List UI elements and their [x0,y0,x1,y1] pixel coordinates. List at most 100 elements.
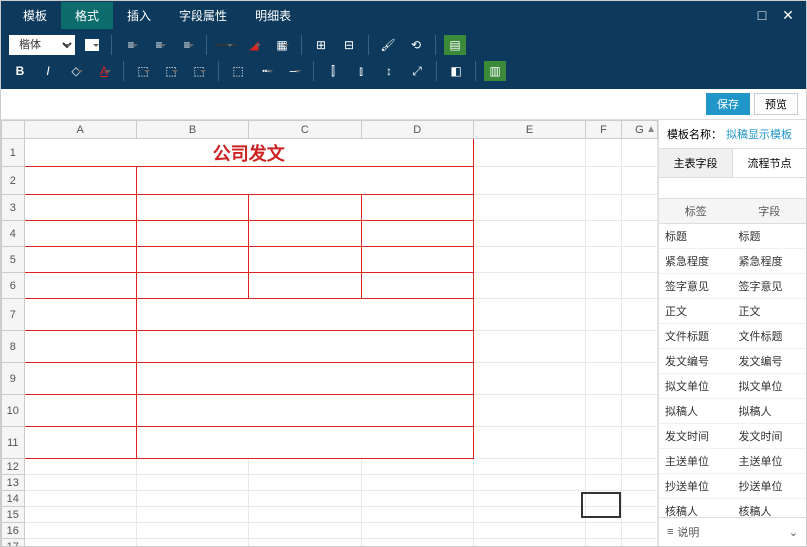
cell[interactable] [249,523,361,539]
align-center-button[interactable]: ≡ [148,35,170,55]
cell[interactable] [136,247,248,273]
menu-tab-4[interactable]: 明细表 [241,2,305,29]
cell[interactable] [586,139,622,167]
row-header[interactable]: 14 [2,491,25,507]
cell[interactable] [249,475,361,491]
save-button[interactable]: 保存 [706,93,750,115]
cell[interactable] [586,395,622,427]
valign-bot-button[interactable]: ⬚ [188,61,210,81]
line-color-select[interactable]: ◢ [243,35,265,55]
side-tab-1[interactable]: 流程节点 [733,149,806,177]
menu-tab-1[interactable]: 格式 [61,2,113,29]
close-button[interactable]: ✕ [778,5,798,25]
valign-mid-button[interactable]: ⬚ [160,61,182,81]
cell[interactable] [586,195,622,221]
cell[interactable] [473,363,585,395]
cell[interactable] [249,195,361,221]
side-tab-0[interactable]: 主表字段 [659,149,733,177]
border-style-button[interactable]: ┅ [255,61,277,81]
cell[interactable] [621,459,657,475]
field-row[interactable]: 标题标题 [659,224,806,249]
valign-top-button[interactable]: ⬚ [132,61,154,81]
indent-button[interactable]: ⬚ [227,61,249,81]
field-row[interactable]: 核稿人核稿人 [659,499,806,517]
cell[interactable] [586,475,622,491]
cell[interactable] [136,331,473,363]
cell[interactable] [586,363,622,395]
cell[interactable] [473,167,585,195]
border-weight-button[interactable]: ─ [283,61,305,81]
col-header[interactable]: E [473,121,585,139]
cell[interactable] [24,507,136,523]
field-row[interactable]: 签字意见签字意见 [659,274,806,299]
split-v-button[interactable]: ⫿ [322,61,344,81]
cell[interactable] [586,299,622,331]
cell[interactable] [361,523,473,539]
collapse-icon[interactable]: ≡ [667,526,673,538]
search-input[interactable] [659,178,806,198]
insert-row-button[interactable]: ▤ [444,35,466,55]
row-header[interactable]: 7 [2,299,25,331]
cell[interactable] [24,299,136,331]
cell[interactable] [473,491,585,507]
cell[interactable] [473,331,585,363]
row-header[interactable]: 9 [2,363,25,395]
cell[interactable] [136,299,473,331]
clear-format-button[interactable]: ⟲ [405,35,427,55]
cell[interactable] [586,491,622,507]
cell[interactable] [24,427,136,459]
border-select[interactable]: ▦ [271,35,293,55]
cell[interactable] [621,331,657,363]
spreadsheet[interactable]: ABCDEFG1公司发文234567891011121314151617 ▲ [1,120,658,546]
cell[interactable] [586,507,622,523]
cell[interactable] [136,167,473,195]
scroll-up-icon[interactable]: ▲ [646,124,656,135]
chevron-down-icon[interactable]: ⌄ [789,526,798,539]
font-color-button[interactable]: A [93,61,115,81]
field-row[interactable]: 发文时间发文时间 [659,424,806,449]
cell[interactable] [621,539,657,547]
cell[interactable] [473,507,585,523]
cell[interactable] [621,247,657,273]
cell[interactable] [136,363,473,395]
menu-tab-2[interactable]: 插入 [113,2,165,29]
cell[interactable] [621,299,657,331]
cell[interactable] [24,331,136,363]
maximize-button[interactable]: □ [752,5,772,25]
row-header[interactable]: 6 [2,273,25,299]
cell[interactable] [361,491,473,507]
cell[interactable] [621,221,657,247]
cell[interactable] [249,459,361,475]
cell[interactable] [621,139,657,167]
cell[interactable] [621,427,657,459]
cell[interactable] [586,331,622,363]
row-header[interactable]: 16 [2,523,25,539]
row-header[interactable]: 10 [2,395,25,427]
cell[interactable] [473,299,585,331]
cell[interactable] [586,539,622,547]
field-row[interactable]: 正文正文 [659,299,806,324]
cell[interactable] [621,167,657,195]
cell[interactable] [473,395,585,427]
cell[interactable] [24,221,136,247]
row-header[interactable]: 3 [2,195,25,221]
col-header[interactable]: F [586,121,622,139]
cell[interactable] [24,167,136,195]
col-header[interactable]: A [24,121,136,139]
fill-color-button[interactable]: ◇ [65,61,87,81]
cell[interactable] [621,507,657,523]
cell[interactable] [361,507,473,523]
split-h-button[interactable]: ⫾ [350,61,372,81]
cell[interactable] [361,221,473,247]
cell[interactable] [249,539,361,547]
cell[interactable] [136,491,248,507]
cell[interactable] [24,273,136,299]
cell[interactable] [621,273,657,299]
cell[interactable] [473,427,585,459]
line-style-select[interactable] [215,35,237,55]
cell[interactable] [473,459,585,475]
cell[interactable] [621,195,657,221]
row-header[interactable]: 5 [2,247,25,273]
cell[interactable] [586,221,622,247]
align-right-button[interactable]: ≡ [176,35,198,55]
